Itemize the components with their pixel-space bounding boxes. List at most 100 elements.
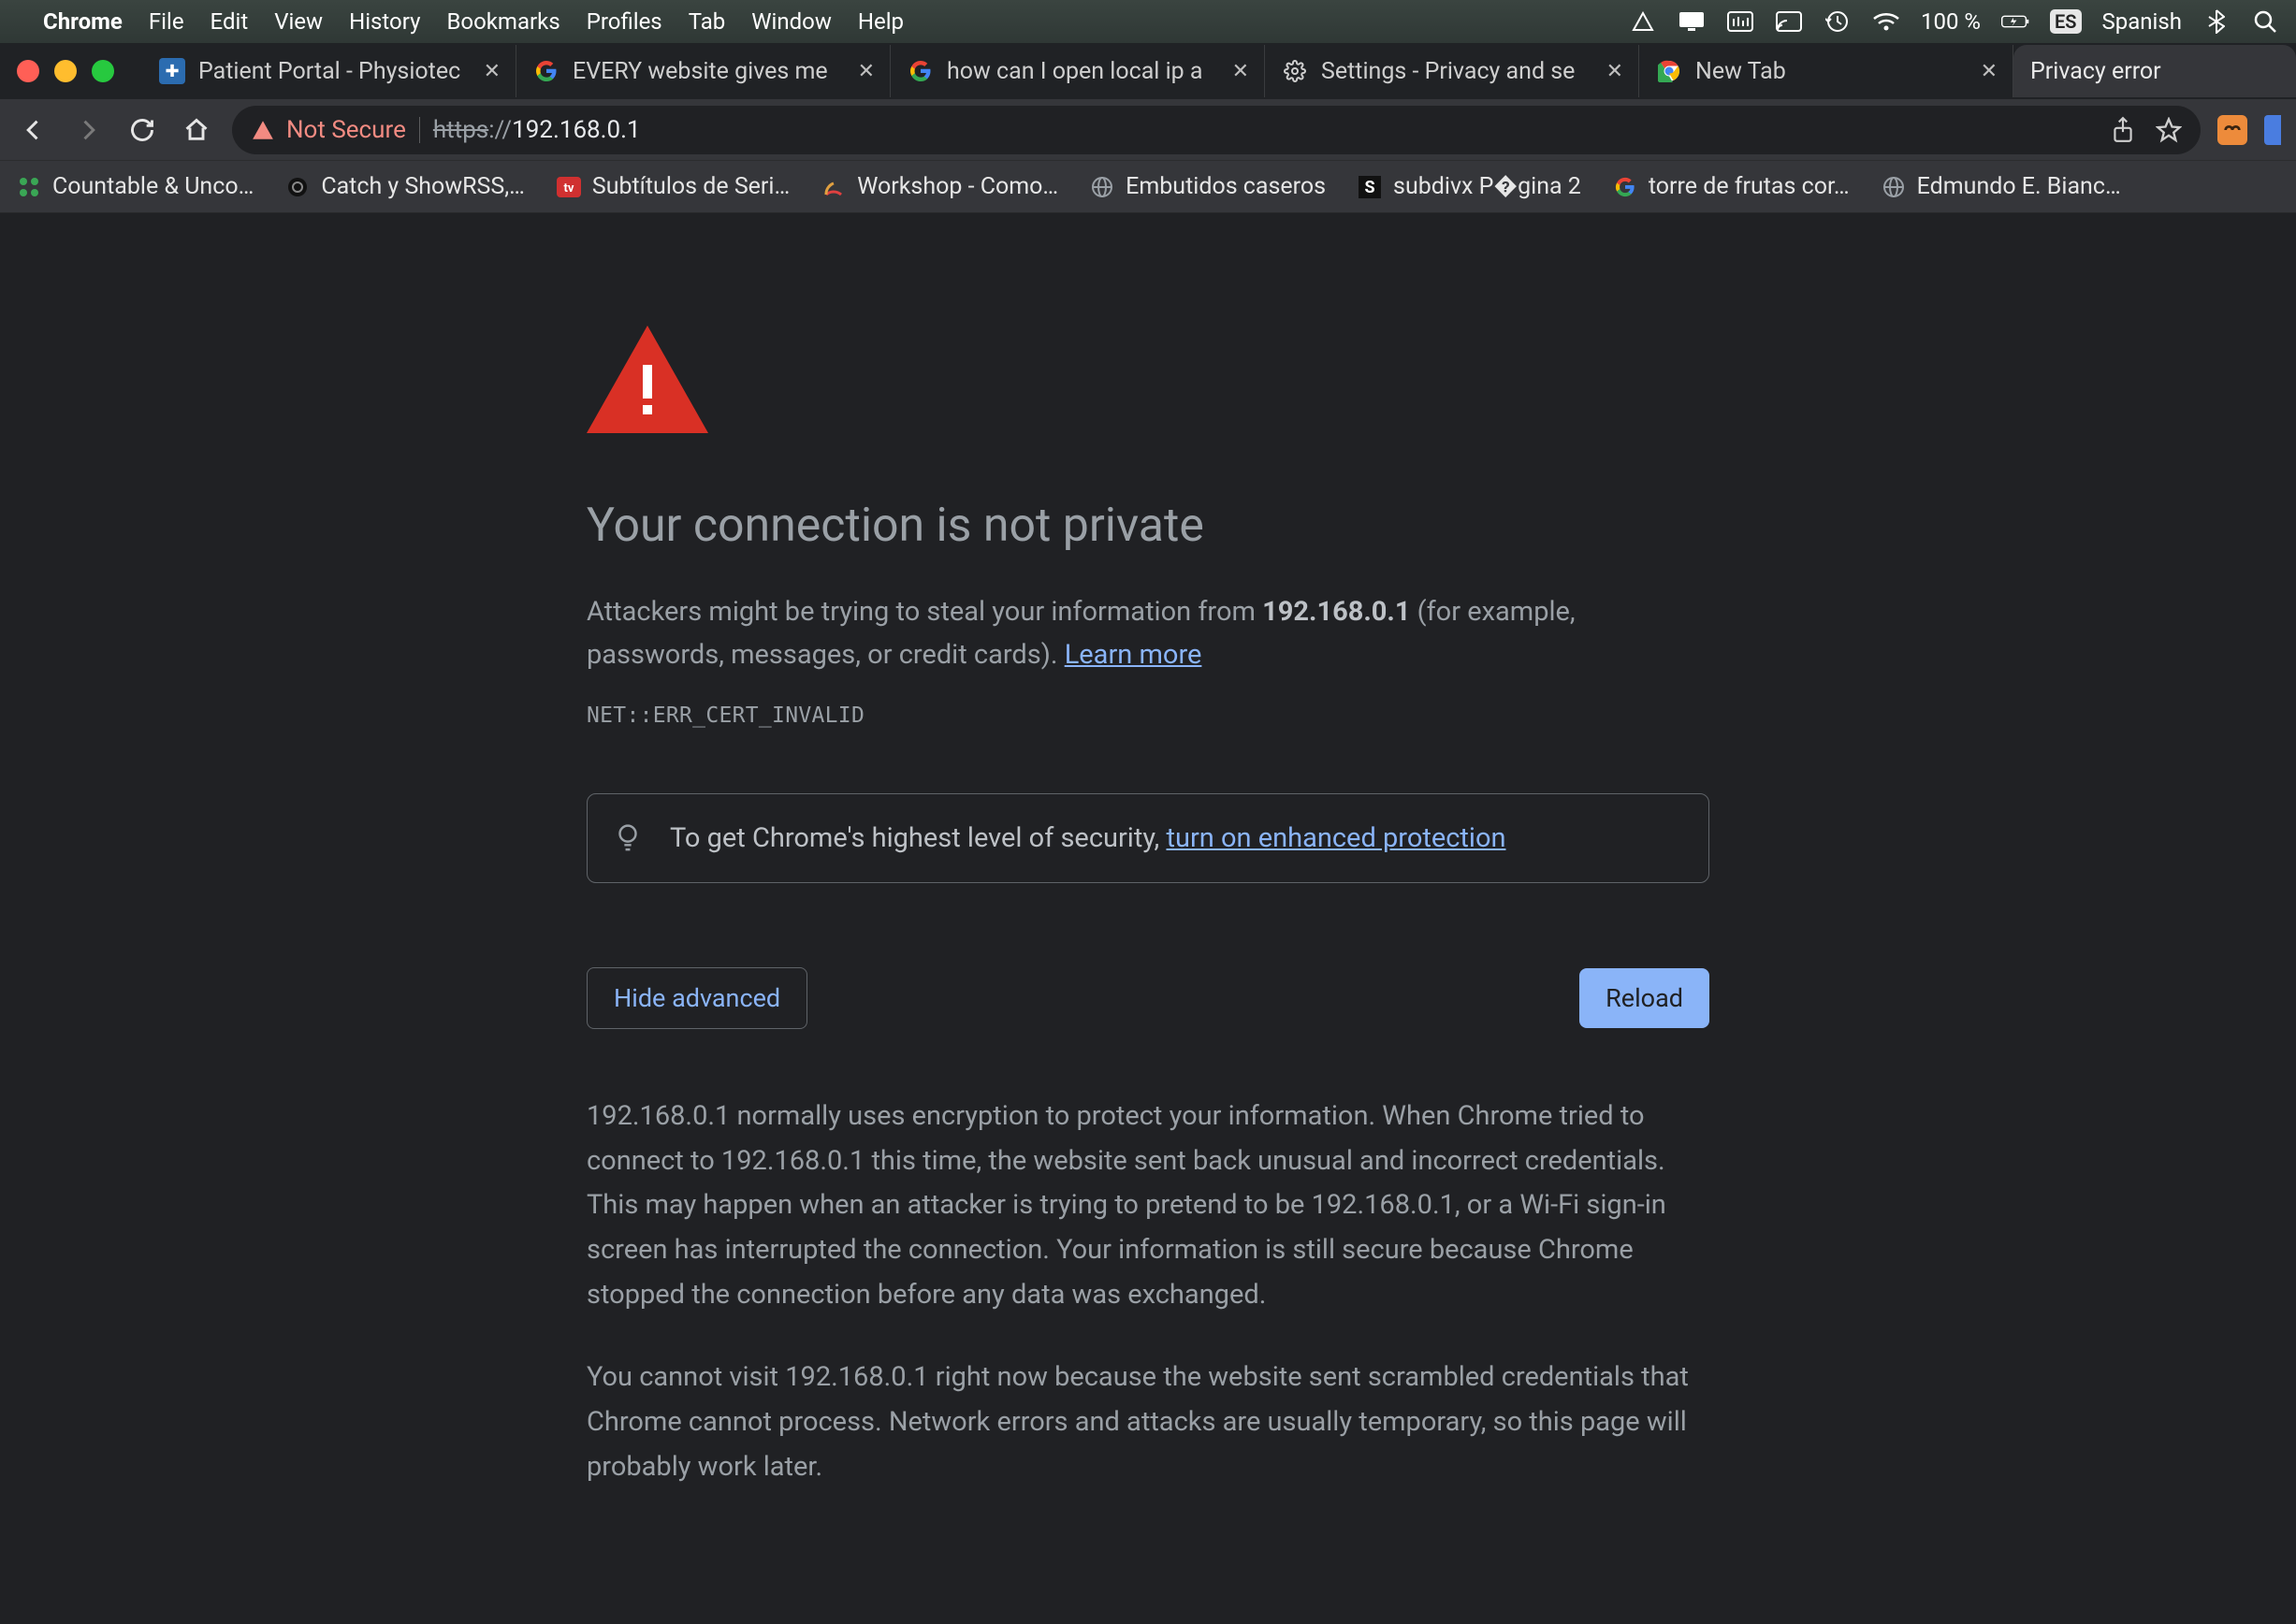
tab-settings[interactable]: Settings - Privacy and se ✕ bbox=[1265, 45, 1639, 97]
interstitial-title: Your connection is not private bbox=[587, 499, 1709, 553]
menu-history[interactable]: History bbox=[349, 8, 420, 35]
spotlight-icon[interactable] bbox=[2251, 11, 2279, 32]
menu-profiles[interactable]: Profiles bbox=[587, 8, 662, 35]
advanced-details: 192.168.0.1 normally uses encryption to … bbox=[587, 1095, 1709, 1490]
tab-title: Privacy error bbox=[2030, 58, 2281, 85]
globe-icon bbox=[1090, 175, 1114, 199]
omnibox[interactable]: Not Secure https://192.168.0.1 bbox=[232, 106, 2201, 154]
bookmarks-bar: Countable & Unco… Catch y ShowRSS,… tv S… bbox=[0, 161, 2296, 213]
close-window-button[interactable] bbox=[17, 60, 39, 82]
svg-text:S: S bbox=[1365, 178, 1375, 197]
close-tab-icon[interactable]: ✕ bbox=[1232, 60, 1249, 83]
bookmark-title: Edmundo E. Bianc… bbox=[1917, 173, 2121, 200]
tab-title: EVERY website gives me bbox=[573, 58, 845, 85]
cast-icon[interactable] bbox=[1775, 11, 1803, 32]
bluetooth-icon[interactable] bbox=[2202, 11, 2231, 32]
reload-page-button[interactable]: Reload bbox=[1579, 968, 1709, 1028]
bookmark-title: Subtítulos de Seri… bbox=[592, 173, 790, 200]
tab-every-website[interactable]: EVERY website gives me ✕ bbox=[516, 45, 891, 97]
google-favicon-icon bbox=[908, 58, 934, 84]
bookmark-countable[interactable]: Countable & Unco… bbox=[17, 173, 254, 200]
reload-button[interactable] bbox=[124, 111, 161, 149]
status-triangle-icon[interactable] bbox=[1629, 11, 1657, 32]
s-box-icon: S bbox=[1358, 175, 1382, 199]
google-favicon-icon bbox=[533, 58, 559, 84]
timemachine-icon[interactable] bbox=[1824, 11, 1852, 32]
svg-text:tv: tv bbox=[563, 181, 574, 196]
display-icon[interactable] bbox=[1678, 11, 1706, 32]
button-row: Hide advanced Reload bbox=[587, 967, 1709, 1029]
bookmark-catch[interactable]: Catch y ShowRSS,… bbox=[285, 173, 525, 200]
bookmark-star-icon[interactable] bbox=[2156, 117, 2182, 143]
learn-more-link[interactable]: Learn more bbox=[1065, 639, 1202, 671]
close-tab-icon[interactable]: ✕ bbox=[1606, 60, 1623, 83]
bookmark-edmundo[interactable]: Edmundo E. Bianc… bbox=[1882, 173, 2121, 200]
share-icon[interactable] bbox=[2111, 116, 2135, 144]
close-tab-icon[interactable]: ✕ bbox=[1981, 60, 1998, 83]
omnibox-divider bbox=[419, 117, 420, 143]
battery-icon[interactable] bbox=[2001, 11, 2029, 32]
enhanced-protection-link[interactable]: turn on enhanced protection bbox=[1166, 822, 1505, 854]
menu-help[interactable]: Help bbox=[858, 8, 904, 35]
tab-title: how can I open local ip a bbox=[947, 58, 1219, 85]
google-icon bbox=[1613, 175, 1637, 199]
bookmark-embutidos[interactable]: Embutidos caseros bbox=[1090, 173, 1326, 200]
forward-button[interactable] bbox=[69, 111, 107, 149]
input-lang-name[interactable]: Spanish bbox=[2102, 8, 2182, 35]
bookmark-workshop[interactable]: Workshop - Como… bbox=[821, 173, 1058, 200]
interstitial-body: Attackers might be trying to steal your … bbox=[587, 590, 1709, 677]
app-name[interactable]: Chrome bbox=[43, 8, 123, 35]
menu-file[interactable]: File bbox=[149, 8, 184, 35]
gear-icon bbox=[1282, 58, 1308, 84]
macos-menubar: Chrome File Edit View History Bookmarks … bbox=[0, 0, 2296, 43]
tab-open-local-ip[interactable]: how can I open local ip a ✕ bbox=[891, 45, 1265, 97]
menu-edit[interactable]: Edit bbox=[211, 8, 249, 35]
red-box-icon: tv bbox=[557, 175, 581, 199]
input-lang-code[interactable]: ES bbox=[2050, 9, 2082, 34]
tab-new-tab[interactable]: New Tab ✕ bbox=[1639, 45, 2013, 97]
extension-icon[interactable] bbox=[2217, 115, 2247, 145]
enhanced-protection-tip: To get Chrome's highest level of securit… bbox=[587, 793, 1709, 883]
page-content: Your connection is not private Attackers… bbox=[0, 213, 2296, 1624]
menu-bookmarks[interactable]: Bookmarks bbox=[446, 8, 559, 35]
not-secure-chip[interactable]: Not Secure bbox=[251, 116, 406, 144]
fullscreen-window-button[interactable] bbox=[92, 60, 114, 82]
wifi-icon[interactable] bbox=[1872, 11, 1900, 32]
minimize-window-button[interactable] bbox=[54, 60, 77, 82]
arc-icon bbox=[821, 175, 846, 199]
bookmark-subdivx[interactable]: S subdivx P�gina 2 bbox=[1358, 173, 1581, 200]
close-tab-icon[interactable]: ✕ bbox=[484, 60, 501, 83]
stats-icon[interactable] bbox=[1726, 11, 1754, 32]
globe-icon bbox=[1882, 175, 1906, 199]
chrome-favicon-icon bbox=[1656, 58, 1682, 84]
tab-title: Patient Portal - Physiotec bbox=[198, 58, 471, 85]
bookmark-subtitulos[interactable]: tv Subtítulos de Seri… bbox=[557, 173, 790, 200]
grid-icon bbox=[17, 175, 41, 199]
ssl-interstitial: Your connection is not private Attackers… bbox=[587, 213, 1709, 1624]
error-code: NET::ERR_CERT_INVALID bbox=[587, 703, 1709, 728]
browser-toolbar: Not Secure https://192.168.0.1 bbox=[0, 99, 2296, 161]
home-button[interactable] bbox=[178, 111, 215, 149]
bookmark-title: Countable & Unco… bbox=[52, 173, 254, 200]
back-button[interactable] bbox=[15, 111, 52, 149]
details-paragraph-2: You cannot visit 192.168.0.1 right now b… bbox=[587, 1356, 1709, 1490]
menu-tab[interactable]: Tab bbox=[689, 8, 726, 35]
tab-privacy-error[interactable]: Privacy error bbox=[2013, 45, 2296, 97]
tab-title: New Tab bbox=[1695, 58, 1968, 85]
lightbulb-icon bbox=[614, 822, 642, 854]
details-paragraph-1: 192.168.0.1 normally uses encryption to … bbox=[587, 1095, 1709, 1318]
battery-percent: 100 % bbox=[1921, 8, 1981, 35]
window-controls bbox=[17, 60, 114, 82]
bookmark-title: Catch y ShowRSS,… bbox=[321, 173, 525, 200]
menu-window[interactable]: Window bbox=[751, 8, 832, 35]
tab-strip: ✚ Patient Portal - Physiotec ✕ EVERY web… bbox=[0, 43, 2296, 99]
menu-view[interactable]: View bbox=[274, 8, 323, 35]
close-tab-icon[interactable]: ✕ bbox=[858, 60, 875, 83]
hide-advanced-button[interactable]: Hide advanced bbox=[587, 967, 807, 1029]
tab-patient-portal[interactable]: ✚ Patient Portal - Physiotec ✕ bbox=[142, 45, 516, 97]
bookmark-title: torre de frutas cor… bbox=[1649, 173, 1850, 200]
toolbar-cutoff-icon bbox=[2264, 115, 2281, 145]
url-text: https://192.168.0.1 bbox=[433, 116, 641, 144]
bookmark-torre-frutas[interactable]: torre de frutas cor… bbox=[1613, 173, 1850, 200]
bookmark-title: Workshop - Como… bbox=[857, 173, 1058, 200]
